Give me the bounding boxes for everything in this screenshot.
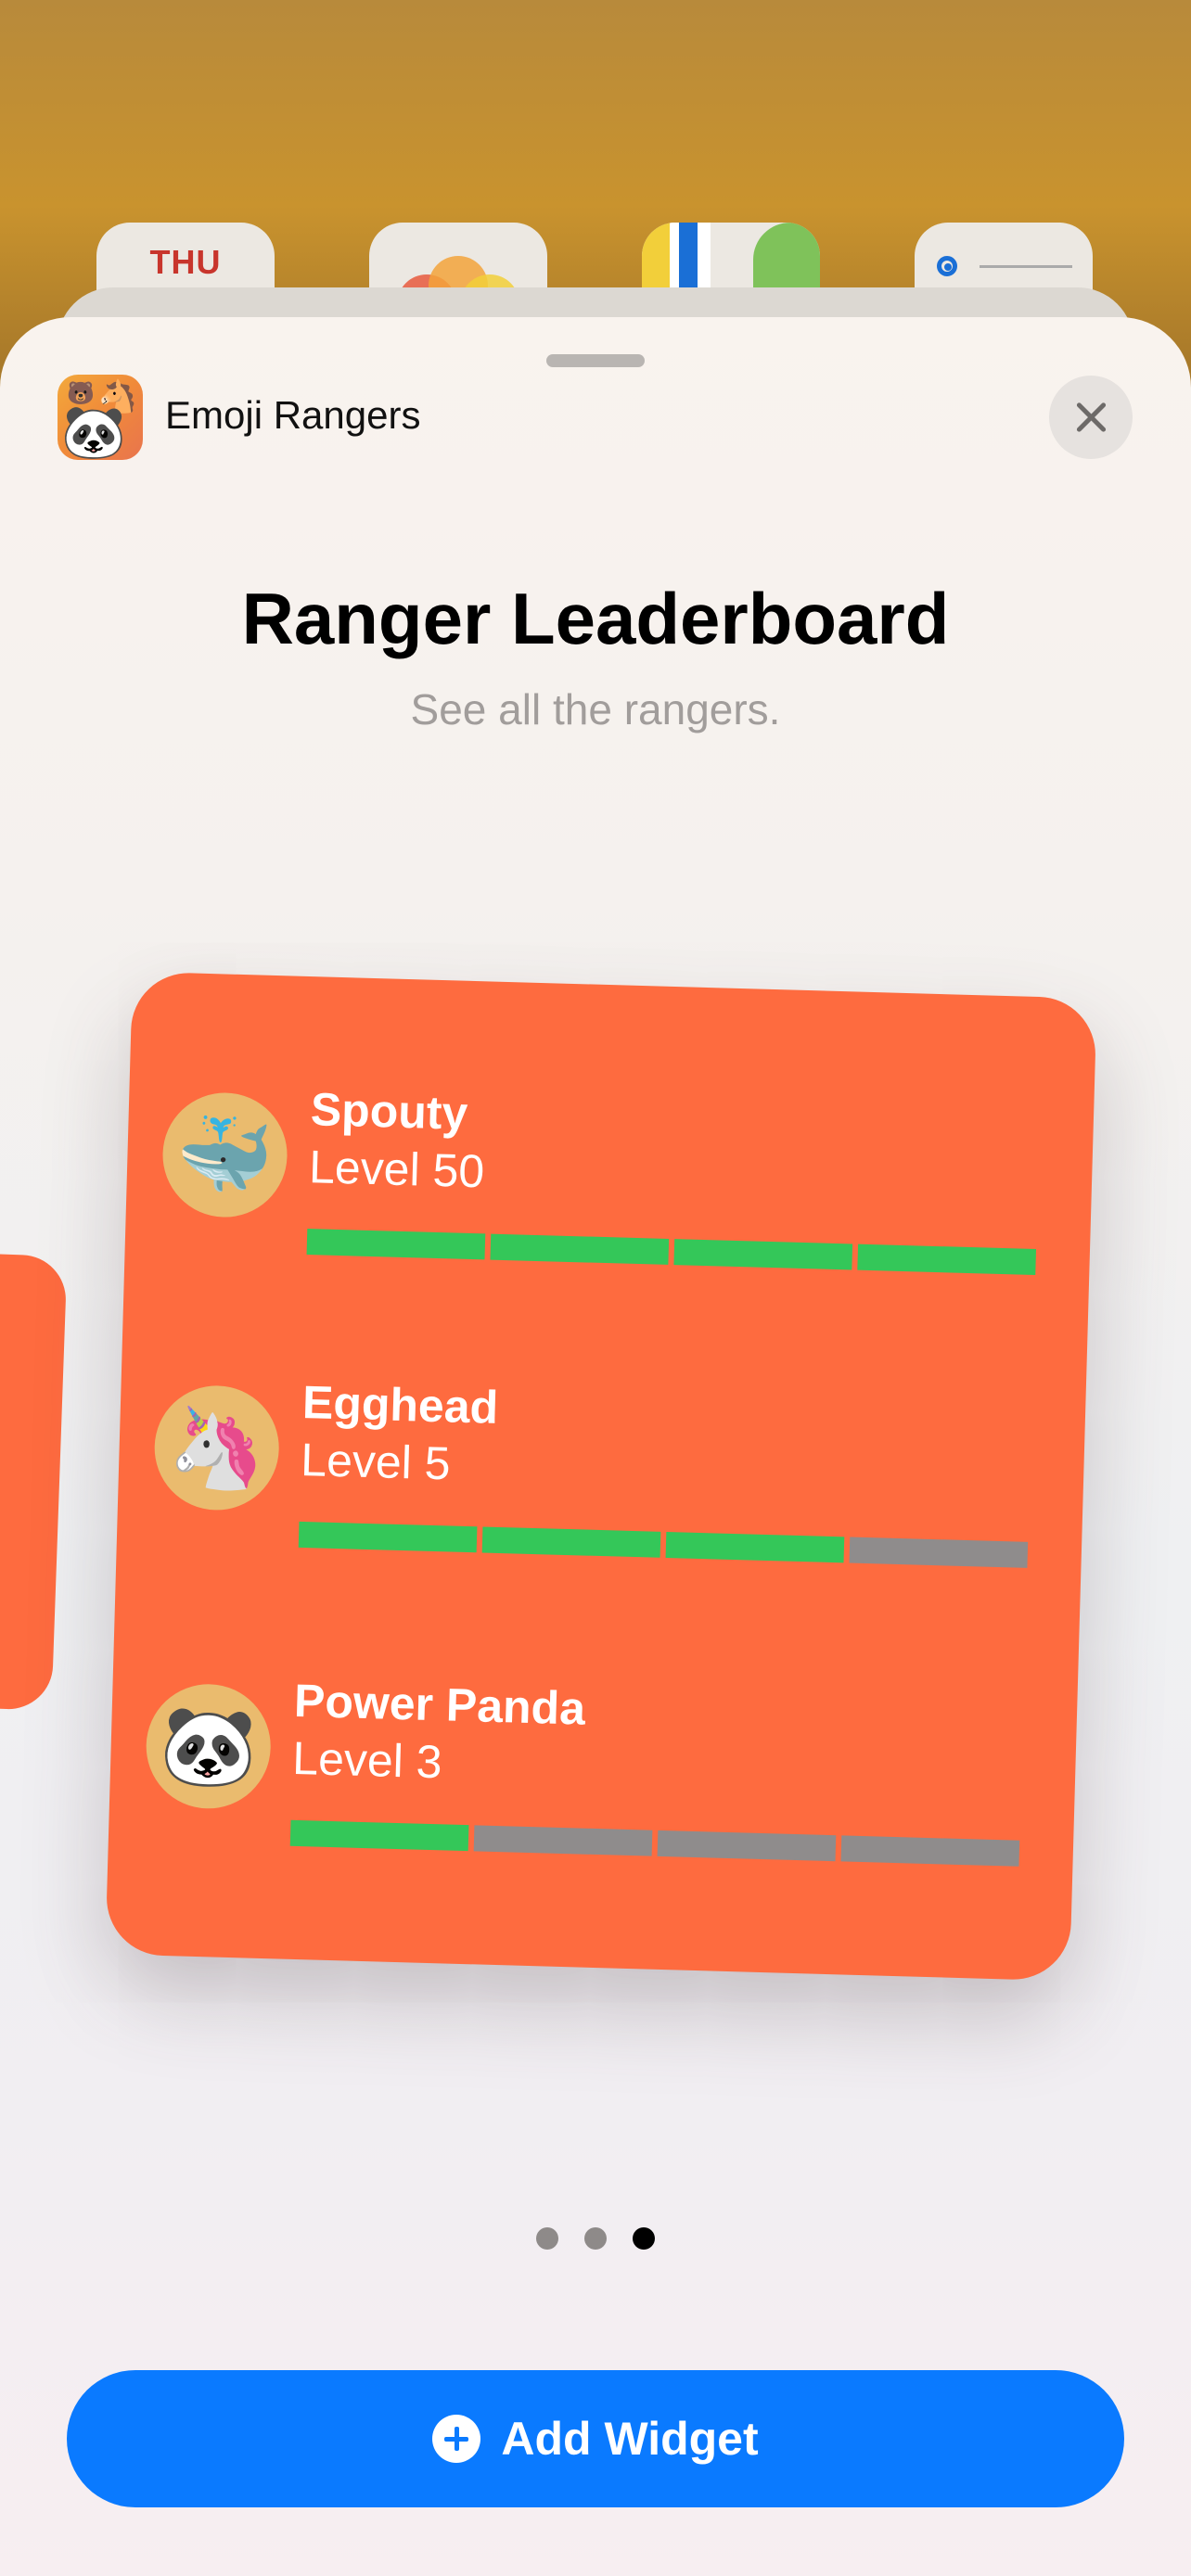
emoji-rangers-app-icon: 🐻 🐴 🐼 <box>58 375 143 460</box>
page-dot[interactable] <box>536 2227 558 2250</box>
app-name: Emoji Rangers <box>165 393 421 437</box>
ranger-name: Egghead <box>301 1375 499 1434</box>
progress-segment <box>490 1233 670 1265</box>
page-dot[interactable] <box>633 2227 655 2250</box>
reminder-line <box>980 265 1072 268</box>
widget-preview-card[interactable]: 🐳 Spouty Level 50 🦄 Egghead Level 5 🐼 Po… <box>105 971 1097 1982</box>
ranger-level: Level 5 <box>300 1433 452 1490</box>
progress-segment <box>289 1819 469 1852</box>
ranger-row: 🦄 Egghead Level 5 <box>113 1375 1085 1683</box>
plus-circle-icon <box>432 2415 481 2463</box>
ranger-row: 🐼 Power Panda Level 3 <box>105 1674 1077 1981</box>
progress-segment <box>673 1239 853 1270</box>
ranger-name: Power Panda <box>293 1674 586 1735</box>
add-widget-button[interactable]: Add Widget <box>67 2370 1124 2507</box>
level-progress-bar <box>289 1819 1020 1867</box>
calendar-day-label: THU <box>149 243 222 281</box>
progress-segment <box>857 1243 1037 1275</box>
add-widget-label: Add Widget <box>501 2413 759 2465</box>
widget-subtitle: See all the rangers. <box>410 685 781 733</box>
progress-segment <box>657 1830 837 1862</box>
unicorn-avatar: 🦄 <box>152 1384 281 1512</box>
widget-gallery-sheet: 🐻 🐴 🐼 Emoji Rangers Ranger Leaderboard S… <box>0 317 1191 2576</box>
ranger-name: Spouty <box>310 1083 469 1140</box>
progress-segment <box>306 1229 486 1260</box>
progress-segment <box>840 1835 1020 1867</box>
progress-segment <box>298 1521 478 1553</box>
previous-widget-preview[interactable] <box>0 1251 68 1711</box>
progress-segment <box>849 1537 1029 1568</box>
page-indicator[interactable] <box>0 2227 1191 2251</box>
progress-segment <box>481 1526 661 1558</box>
level-progress-bar <box>298 1521 1029 1568</box>
level-progress-bar <box>306 1229 1037 1275</box>
close-button[interactable] <box>1049 376 1133 459</box>
progress-segment <box>473 1825 653 1856</box>
panda-emoji-icon: 🐼 <box>61 402 126 460</box>
sheet-grabber[interactable] <box>546 354 645 367</box>
widget-title: Ranger Leaderboard <box>241 578 950 659</box>
progress-segment <box>665 1531 845 1563</box>
ranger-row: 🐳 Spouty Level 50 <box>122 1083 1094 1390</box>
ranger-level: Level 50 <box>308 1141 485 1198</box>
reminder-dot-icon <box>937 256 957 276</box>
panda-avatar: 🐼 <box>144 1682 273 1811</box>
whale-avatar: 🐳 <box>160 1090 289 1219</box>
screen: THU 🐻 🐴 🐼 Emoji Rangers Ranger Leaderboa… <box>0 0 1191 2576</box>
page-dot[interactable] <box>584 2227 607 2250</box>
ranger-level: Level 3 <box>291 1731 443 1789</box>
